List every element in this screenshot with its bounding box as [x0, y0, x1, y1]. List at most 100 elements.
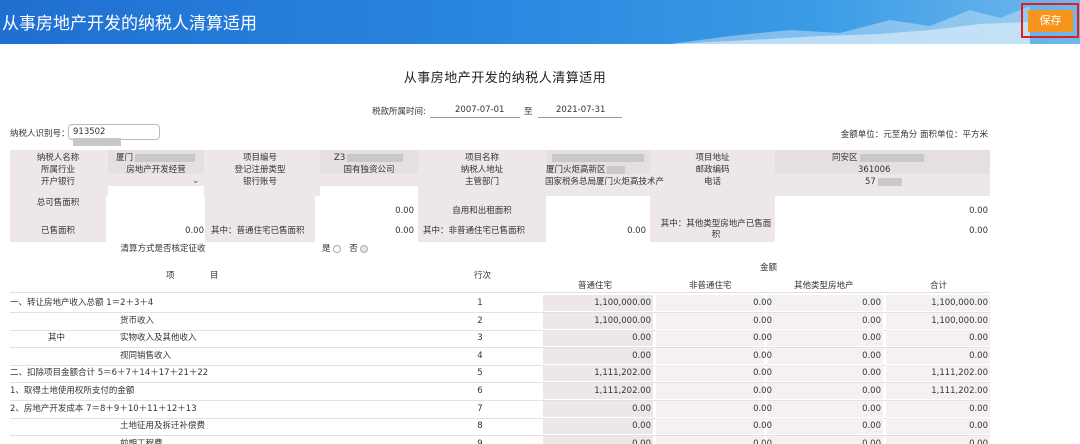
project-no-field[interactable]: Z3: [334, 152, 404, 164]
project-addr-field[interactable]: 同安区: [832, 152, 924, 164]
project-name-label: 项目名称: [464, 153, 499, 163]
save-highlight: 保存: [1021, 3, 1079, 38]
save-button[interactable]: 保存: [1028, 10, 1073, 32]
period-start[interactable]: 2007-07-01: [455, 105, 504, 115]
row-label: 前期工程费: [120, 439, 163, 444]
total-amount: 1,100,000.00: [931, 316, 988, 326]
industry-value[interactable]: 房地产开发经营: [108, 164, 204, 176]
other-sold-value[interactable]: 0.00: [775, 225, 988, 237]
other-amount[interactable]: 0.00: [767, 332, 881, 344]
nonordinary-amount[interactable]: 0.00: [656, 332, 772, 344]
period-end[interactable]: 2021-07-31: [556, 105, 605, 115]
column-line-no: 行次: [474, 271, 492, 281]
chevron-down-icon[interactable]: ⌄: [192, 176, 200, 186]
account-label: 银行账号: [242, 177, 277, 187]
row-line-no: 8: [477, 421, 483, 431]
postcode-label: 邮政编码: [695, 165, 730, 175]
ordinary-amount[interactable]: 0.00: [543, 350, 651, 362]
other-amount[interactable]: 0.00: [767, 403, 881, 415]
ordinary-amount[interactable]: 0.00: [543, 420, 651, 432]
tax-id-field[interactable]: 913502: [68, 124, 160, 146]
row-line-no: 1: [477, 298, 483, 308]
column-amount: 金额: [760, 263, 778, 273]
ordinary-amount[interactable]: 0.00: [543, 332, 651, 344]
taxpayer-name-field[interactable]: 厦门: [116, 152, 196, 164]
taxpayer-addr-field[interactable]: 厦门火炬高新区: [546, 164, 625, 176]
ordinary-amount[interactable]: 1,111,202.00: [543, 385, 651, 397]
yes-radio[interactable]: [332, 244, 341, 253]
ordinary-amount[interactable]: 1,100,000.00: [543, 315, 651, 327]
ordinary-sold-value[interactable]: 0.00: [320, 225, 414, 237]
self-use-label: 自用和出租面积: [452, 206, 512, 216]
nonordinary-amount[interactable]: 0.00: [656, 438, 772, 444]
ordinary-amount[interactable]: 0.00: [543, 403, 651, 415]
other-amount[interactable]: 0.00: [767, 420, 881, 432]
row-label: 一、转让房地产收入总额 1＝2＋3＋4: [10, 298, 154, 308]
nonordinary-amount[interactable]: 0.00: [656, 403, 772, 415]
period-label: 税款所属时间:: [372, 107, 426, 117]
sold-area-value[interactable]: 0.00: [108, 225, 204, 237]
column-total: 合计: [930, 281, 948, 291]
nonordinary-sold-value[interactable]: 0.00: [546, 225, 646, 237]
units-note: 金额单位：元至角分 面积单位：平方米: [840, 130, 988, 140]
total-amount: 1,111,202.00: [931, 368, 988, 378]
column-nonordinary: 非普通住宅: [689, 281, 732, 291]
tax-id-value: 913502: [73, 127, 106, 137]
period-separator: 至: [524, 107, 533, 117]
row-label: 土地征用及拆迁补偿费: [120, 421, 206, 431]
total-amount: 1,111,202.00: [931, 386, 988, 396]
other-sold-label: 其中：其他类型房地产已售面积: [660, 219, 772, 240]
nonordinary-sold-label: 其中：非普通住宅已售面积: [423, 226, 526, 236]
redaction-mask: [73, 137, 121, 146]
app-title: 从事房地产开发的纳税人清算适用: [2, 14, 257, 34]
row-line-no: 6: [477, 386, 483, 396]
total-area-label: 总可售面积: [36, 198, 80, 208]
nonordinary-amount[interactable]: 0.00: [656, 297, 772, 309]
column-item-2: 目: [210, 271, 219, 281]
ordinary-sold-label: 其中：普通住宅已售面积: [211, 226, 305, 236]
total-amount: 0.00: [969, 439, 988, 444]
sold-area-label: 已售面积: [40, 226, 75, 236]
nonordinary-amount[interactable]: 0.00: [656, 367, 772, 379]
row-label: 货币收入: [120, 316, 155, 326]
total-amount: 0.00: [969, 333, 988, 343]
ordinary-amount[interactable]: 0.00: [543, 438, 651, 444]
phone-field[interactable]: 57: [865, 176, 902, 188]
total-amount: 1,100,000.00: [931, 298, 988, 308]
other-amount[interactable]: 0.00: [767, 385, 881, 397]
reg-type-value[interactable]: 国有独资公司: [320, 164, 418, 176]
other-amount[interactable]: 0.00: [767, 297, 881, 309]
taxpayer-addr-label: 纳税人地址: [460, 165, 504, 175]
yes-label: 是: [322, 244, 331, 254]
taxpayer-name-label: 纳税人名称: [36, 153, 80, 163]
total-area-value[interactable]: 0.00: [320, 205, 414, 217]
dept-label: 主管部门: [464, 177, 499, 187]
other-amount[interactable]: 0.00: [767, 438, 881, 444]
row-label: 视同销售收入: [120, 351, 172, 361]
method-label: 清算方式是否核定征收: [120, 244, 206, 254]
column-item: 项: [166, 271, 175, 281]
nonordinary-amount[interactable]: 0.00: [656, 385, 772, 397]
other-amount[interactable]: 0.00: [767, 350, 881, 362]
tax-id-label: 纳税人识别号：: [10, 129, 70, 139]
row-line-no: 4: [477, 351, 483, 361]
nonordinary-amount[interactable]: 0.00: [656, 315, 772, 327]
other-amount[interactable]: 0.00: [767, 315, 881, 327]
postcode-value[interactable]: 361006: [858, 164, 890, 176]
dept-value[interactable]: 国家税务总局厦门火炬高技术产: [545, 176, 664, 188]
column-other: 其他类型房地产: [794, 281, 854, 291]
top-bar: 从事房地产开发的纳税人清算适用: [0, 0, 1080, 44]
self-use-value[interactable]: 0.00: [775, 205, 988, 217]
no-radio[interactable]: [359, 244, 368, 253]
row-line-no: 2: [477, 316, 483, 326]
no-label: 否: [349, 244, 358, 254]
other-amount[interactable]: 0.00: [767, 367, 881, 379]
nonordinary-amount[interactable]: 0.00: [656, 420, 772, 432]
column-ordinary: 普通住宅: [578, 281, 613, 291]
ordinary-amount[interactable]: 1,100,000.00: [543, 297, 651, 309]
ordinary-amount[interactable]: 1,111,202.00: [543, 367, 651, 379]
among-label: 其中: [48, 333, 66, 343]
row-line-no: 3: [477, 333, 483, 343]
nonordinary-amount[interactable]: 0.00: [656, 350, 772, 362]
project-name-field[interactable]: [552, 152, 644, 164]
